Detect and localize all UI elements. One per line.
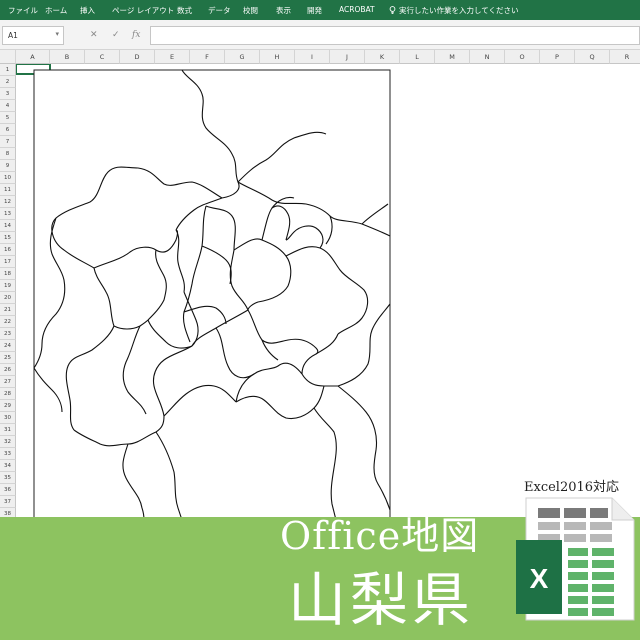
excel-logo-letter: X (530, 563, 549, 594)
row-header[interactable]: 27 (0, 376, 16, 388)
column-header[interactable]: O (505, 50, 540, 64)
tab-formulas[interactable]: 数式 (177, 5, 192, 16)
column-header[interactable]: Q (575, 50, 610, 64)
row-header[interactable]: 3 (0, 88, 16, 100)
row-header[interactable]: 23 (0, 328, 16, 340)
tab-developer[interactable]: 開発 (307, 5, 322, 16)
prefecture-title: 山梨県 (288, 566, 475, 634)
tab-acrobat[interactable]: ACROBAT (339, 5, 375, 14)
column-header[interactable]: N (470, 50, 505, 64)
row-header[interactable]: 11 (0, 184, 16, 196)
row-header[interactable]: 2 (0, 76, 16, 88)
select-all-corner[interactable] (0, 50, 16, 64)
column-header[interactable]: R (610, 50, 640, 64)
row-header[interactable]: 14 (0, 220, 16, 232)
row-header[interactable]: 19 (0, 280, 16, 292)
column-header[interactable]: F (190, 50, 225, 64)
tell-me-text: 実行したい作業を入力してください (399, 6, 519, 15)
row-header[interactable]: 32 (0, 436, 16, 448)
row-header[interactable]: 33 (0, 448, 16, 460)
tab-data[interactable]: データ (208, 5, 231, 16)
formula-input[interactable] (150, 26, 640, 45)
row-header[interactable]: 15 (0, 232, 16, 244)
row-header[interactable]: 34 (0, 460, 16, 472)
lightbulb-icon (389, 6, 396, 14)
tab-page-layout[interactable]: ページ レイアウト (112, 5, 174, 16)
name-box[interactable]: A1 ▾ (2, 26, 64, 45)
ribbon-menu-bar: ファイル ホーム 挿入 ページ レイアウト 数式 データ 校閲 表示 開発 AC… (0, 0, 640, 20)
row-header[interactable]: 29 (0, 400, 16, 412)
row-header[interactable]: 13 (0, 208, 16, 220)
column-header[interactable]: C (85, 50, 120, 64)
row-header[interactable]: 36 (0, 484, 16, 496)
tab-review[interactable]: 校閲 (243, 5, 258, 16)
row-header[interactable]: 35 (0, 472, 16, 484)
row-header[interactable]: 24 (0, 340, 16, 352)
row-header[interactable]: 37 (0, 496, 16, 508)
cancel-icon[interactable]: ✕ (90, 30, 98, 40)
column-header[interactable]: M (435, 50, 470, 64)
column-header[interactable]: P (540, 50, 575, 64)
row-header[interactable]: 10 (0, 172, 16, 184)
row-header[interactable]: 21 (0, 304, 16, 316)
column-header[interactable]: G (225, 50, 260, 64)
column-header[interactable]: E (155, 50, 190, 64)
row-header[interactable]: 18 (0, 268, 16, 280)
tab-file[interactable]: ファイル (8, 5, 38, 16)
row-header[interactable]: 12 (0, 196, 16, 208)
column-header[interactable]: A (16, 50, 50, 64)
row-header[interactable]: 17 (0, 256, 16, 268)
row-header[interactable]: 31 (0, 424, 16, 436)
excel-file-icon: X (516, 497, 635, 621)
enter-icon[interactable]: ✓ (112, 30, 120, 40)
row-header[interactable]: 26 (0, 364, 16, 376)
row-header[interactable]: 22 (0, 316, 16, 328)
row-header[interactable]: 30 (0, 412, 16, 424)
row-header[interactable]: 25 (0, 352, 16, 364)
insert-function-icon[interactable]: fx (132, 30, 140, 40)
column-header[interactable]: L (400, 50, 435, 64)
column-header[interactable]: D (120, 50, 155, 64)
tab-view[interactable]: 表示 (276, 5, 291, 16)
row-header[interactable]: 5 (0, 112, 16, 124)
tab-insert[interactable]: 挿入 (80, 5, 95, 16)
chevron-down-icon[interactable]: ▾ (55, 30, 59, 38)
worksheet-grid[interactable] (16, 64, 640, 520)
tab-home[interactable]: ホーム (45, 5, 67, 16)
column-header[interactable]: K (365, 50, 400, 64)
map-drawing (16, 64, 391, 520)
row-header[interactable]: 4 (0, 100, 16, 112)
name-box-value: A1 (8, 31, 18, 40)
row-header[interactable]: 8 (0, 148, 16, 160)
row-header[interactable]: 6 (0, 124, 16, 136)
column-header[interactable]: J (330, 50, 365, 64)
column-header[interactable]: B (50, 50, 85, 64)
column-header[interactable]: H (260, 50, 295, 64)
column-header[interactable]: I (295, 50, 330, 64)
row-header[interactable]: 9 (0, 160, 16, 172)
row-header[interactable]: 28 (0, 388, 16, 400)
product-title: Office地図 (280, 514, 480, 558)
row-header[interactable]: 1 (0, 64, 16, 76)
row-header[interactable]: 20 (0, 292, 16, 304)
tell-me-box[interactable]: 実行したい作業を入力してください (389, 5, 519, 16)
row-header[interactable]: 16 (0, 244, 16, 256)
row-header[interactable]: 7 (0, 136, 16, 148)
